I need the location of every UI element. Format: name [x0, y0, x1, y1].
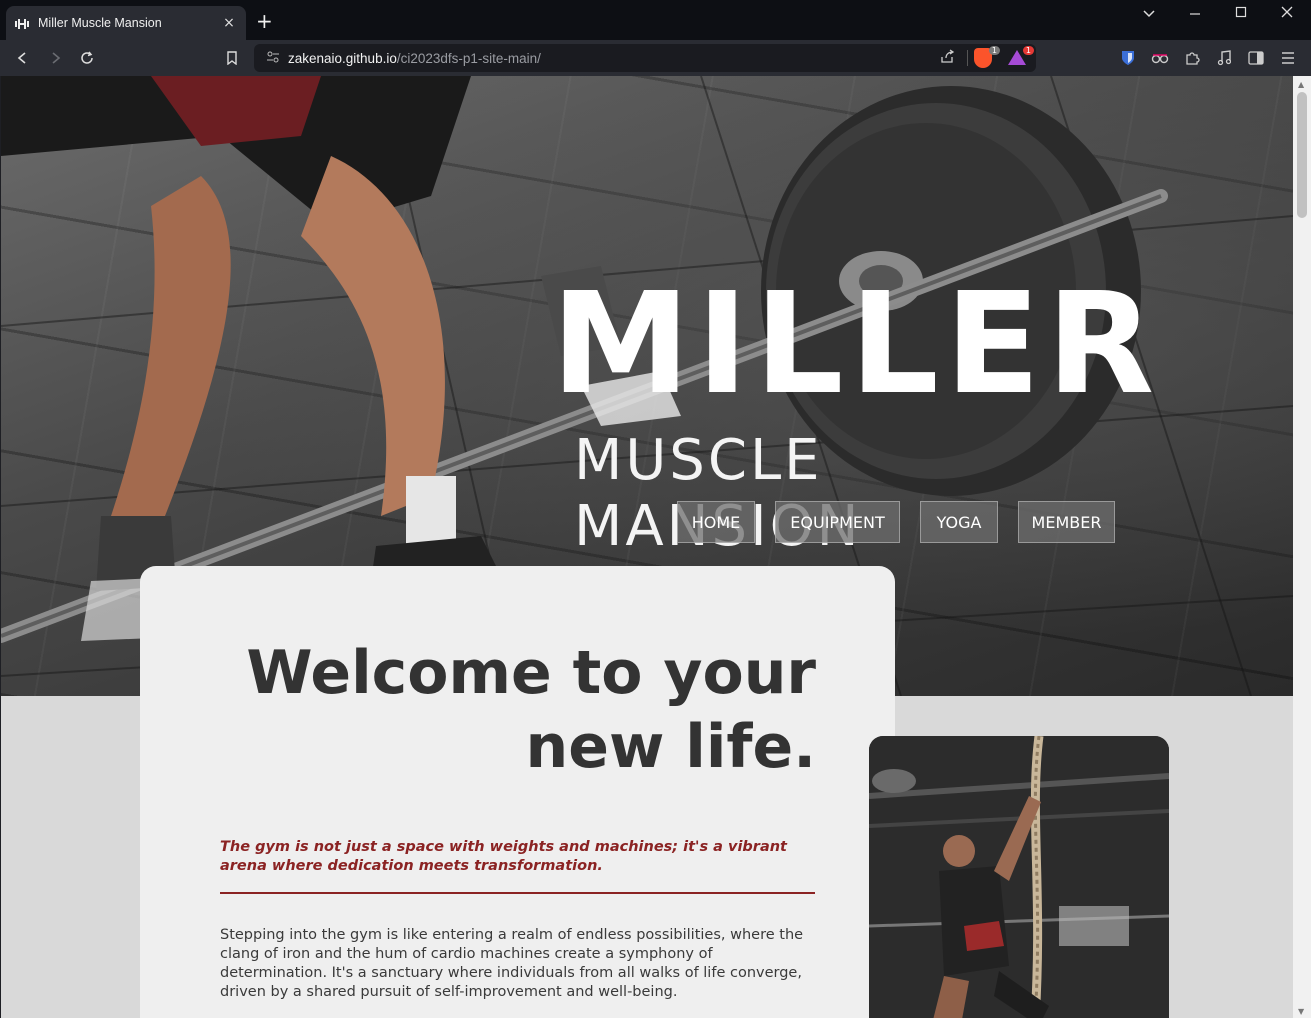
address-bar[interactable]: zakenaio.github.io /ci2023dfs-p1-site-ma…	[254, 44, 1036, 72]
share-icon[interactable]	[940, 49, 956, 67]
new-tab-button[interactable]: +	[256, 11, 273, 31]
section-divider	[220, 892, 815, 894]
welcome-heading: Welcome to your new life.	[246, 638, 816, 782]
tab-close-icon[interactable]: ×	[220, 15, 238, 31]
reload-icon[interactable]	[76, 47, 98, 69]
welcome-card: Welcome to your new life. The gym is not…	[140, 566, 895, 1018]
browser-toolbar: zakenaio.github.io /ci2023dfs-p1-site-ma…	[0, 40, 1311, 76]
shields-count-badge: 1	[988, 46, 1000, 55]
minimize-icon[interactable]	[1180, 6, 1210, 22]
rope-climb-photo	[869, 736, 1169, 1018]
back-icon[interactable]	[12, 47, 34, 69]
site-info-icon[interactable]	[266, 50, 280, 67]
scrollbar-thumb[interactable]	[1297, 92, 1307, 218]
bitwarden-icon[interactable]	[1117, 47, 1139, 69]
menu-icon[interactable]	[1277, 47, 1299, 69]
sidebar-icon[interactable]	[1245, 47, 1267, 69]
bookmark-icon[interactable]	[221, 47, 243, 69]
tab-title: Miller Muscle Mansion	[38, 16, 162, 30]
url-host: zakenaio.github.io	[288, 50, 397, 66]
url-path: /ci2023dfs-p1-site-main/	[396, 50, 541, 66]
maximize-icon[interactable]	[1226, 6, 1256, 22]
nav-home[interactable]: HOME	[677, 501, 755, 543]
site-favicon-icon	[14, 15, 30, 31]
media-icon[interactable]	[1213, 47, 1235, 69]
scroll-up-icon[interactable]: ▲	[1298, 80, 1304, 89]
tab-search-chevron-icon[interactable]	[1134, 6, 1164, 22]
intro-paragraph: Stepping into the gym is like entering a…	[220, 927, 804, 1000]
url-separator	[967, 50, 968, 66]
page-scrollbar[interactable]: ▲ ▼	[1293, 76, 1311, 1018]
forward-icon[interactable]	[44, 47, 66, 69]
scroll-down-icon[interactable]: ▼	[1298, 1007, 1304, 1016]
tab-bar: Miller Muscle Mansion × +	[0, 0, 1311, 40]
tagline: The gym is not just a space with weights…	[220, 839, 787, 874]
nav-yoga[interactable]: YOGA	[920, 501, 998, 543]
rewards-count-badge: 1	[1022, 46, 1034, 55]
nav-member[interactable]: MEMBER	[1018, 501, 1115, 543]
nav-equipment[interactable]: EQUIPMENT	[775, 501, 900, 543]
extension-icon[interactable]	[1149, 47, 1171, 69]
brand-title: MILLER	[551, 263, 1161, 426]
browser-tab[interactable]: Miller Muscle Mansion ×	[6, 6, 246, 40]
page-viewport: MILLER MUSCLE MANSION HOME EQUIPMENT YOG…	[1, 76, 1293, 1018]
puzzle-icon[interactable]	[1181, 47, 1203, 69]
close-window-icon[interactable]	[1272, 6, 1302, 22]
